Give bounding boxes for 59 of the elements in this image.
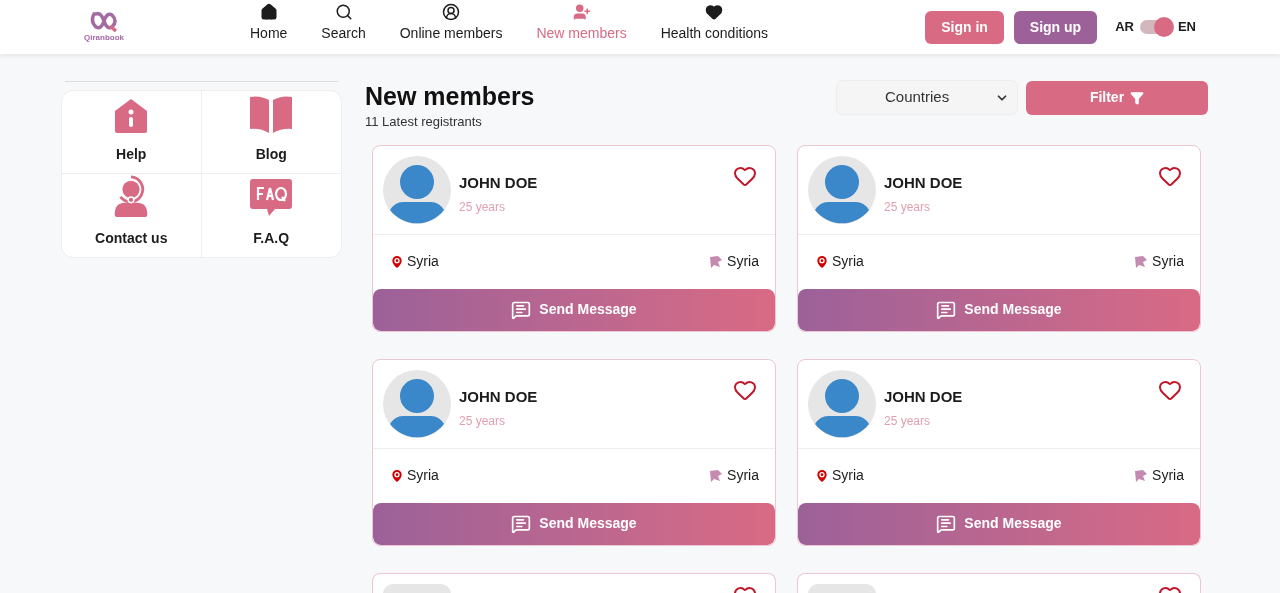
sidebar-item[interactable]: F.A.Q [201, 174, 341, 257]
member-nationality: Syria [727, 252, 759, 272]
chat-bubble-icon [936, 299, 957, 320]
member-location: Syria [832, 252, 864, 272]
location-pin-icon [389, 467, 405, 484]
countries-dropdown[interactable]: Countries [836, 80, 1018, 115]
logo-icon [88, 10, 120, 32]
language-label: AR [1115, 18, 1134, 37]
member-name: JOHN DOE [459, 172, 538, 193]
page-title: New members [365, 81, 535, 112]
chat-bubble-icon [511, 513, 532, 534]
member-nationality: Syria [727, 466, 759, 486]
member-nationality: Syria [1152, 466, 1184, 486]
avatar-placeholder [383, 583, 451, 593]
faq-bubble-icon [249, 178, 294, 218]
member-location: Syria [407, 466, 439, 486]
send-message-button[interactable]: Send Message [373, 502, 775, 545]
member-age: 25 years [459, 413, 507, 431]
avatar-placeholder [808, 155, 876, 224]
member-age: 25 years [459, 199, 507, 217]
location-pin-icon [814, 467, 830, 484]
avatar-placeholder [808, 583, 876, 593]
avatar-placeholder [808, 369, 876, 438]
search-icon [334, 3, 353, 21]
member-location: Syria [832, 466, 864, 486]
member-age: 25 years [884, 413, 932, 431]
chat-bubble-icon [936, 513, 957, 534]
page-subtitle: 11 Latest registrants [365, 113, 483, 132]
info-house-icon [114, 98, 149, 134]
user-plus-icon [572, 3, 591, 21]
avatar-placeholder [383, 369, 451, 438]
send-message-button[interactable]: Send Message [798, 288, 1200, 331]
member-location: Syria [407, 252, 439, 272]
sidebar-item[interactable]: Blog [201, 91, 341, 174]
location-pin-icon [814, 253, 830, 270]
logo-text: Qiranbook [84, 32, 124, 44]
send-message-button[interactable]: Send Message [798, 502, 1200, 545]
home-icon [259, 3, 278, 21]
language-toggle[interactable] [1139, 20, 1172, 34]
member-name: JOHN DOE [884, 386, 963, 407]
nav-link[interactable]: Online members [399, 3, 503, 44]
avatar-placeholder [383, 155, 451, 224]
user-circle-icon [442, 3, 461, 21]
member-nationality: Syria [1152, 252, 1184, 272]
send-message-button[interactable]: Send Message [373, 288, 775, 331]
nav-link[interactable]: Health conditions [660, 3, 769, 44]
nav-link[interactable]: Search [321, 3, 366, 44]
chat-bubble-icon [511, 299, 532, 320]
member-age: 25 years [884, 199, 932, 217]
book-icon [248, 94, 295, 134]
language-label: EN [1177, 18, 1196, 37]
filter-icon [1130, 90, 1145, 105]
sign-up-button[interactable]: Sign up [1013, 10, 1098, 44]
member-name: JOHN DOE [884, 172, 963, 193]
member-name: JOHN DOE [459, 386, 538, 407]
sidebar-item[interactable]: Contact us [62, 174, 202, 257]
nav-link[interactable]: Home [250, 3, 288, 44]
location-pin-icon [389, 253, 405, 270]
sidebar-item[interactable]: Help [62, 91, 202, 174]
